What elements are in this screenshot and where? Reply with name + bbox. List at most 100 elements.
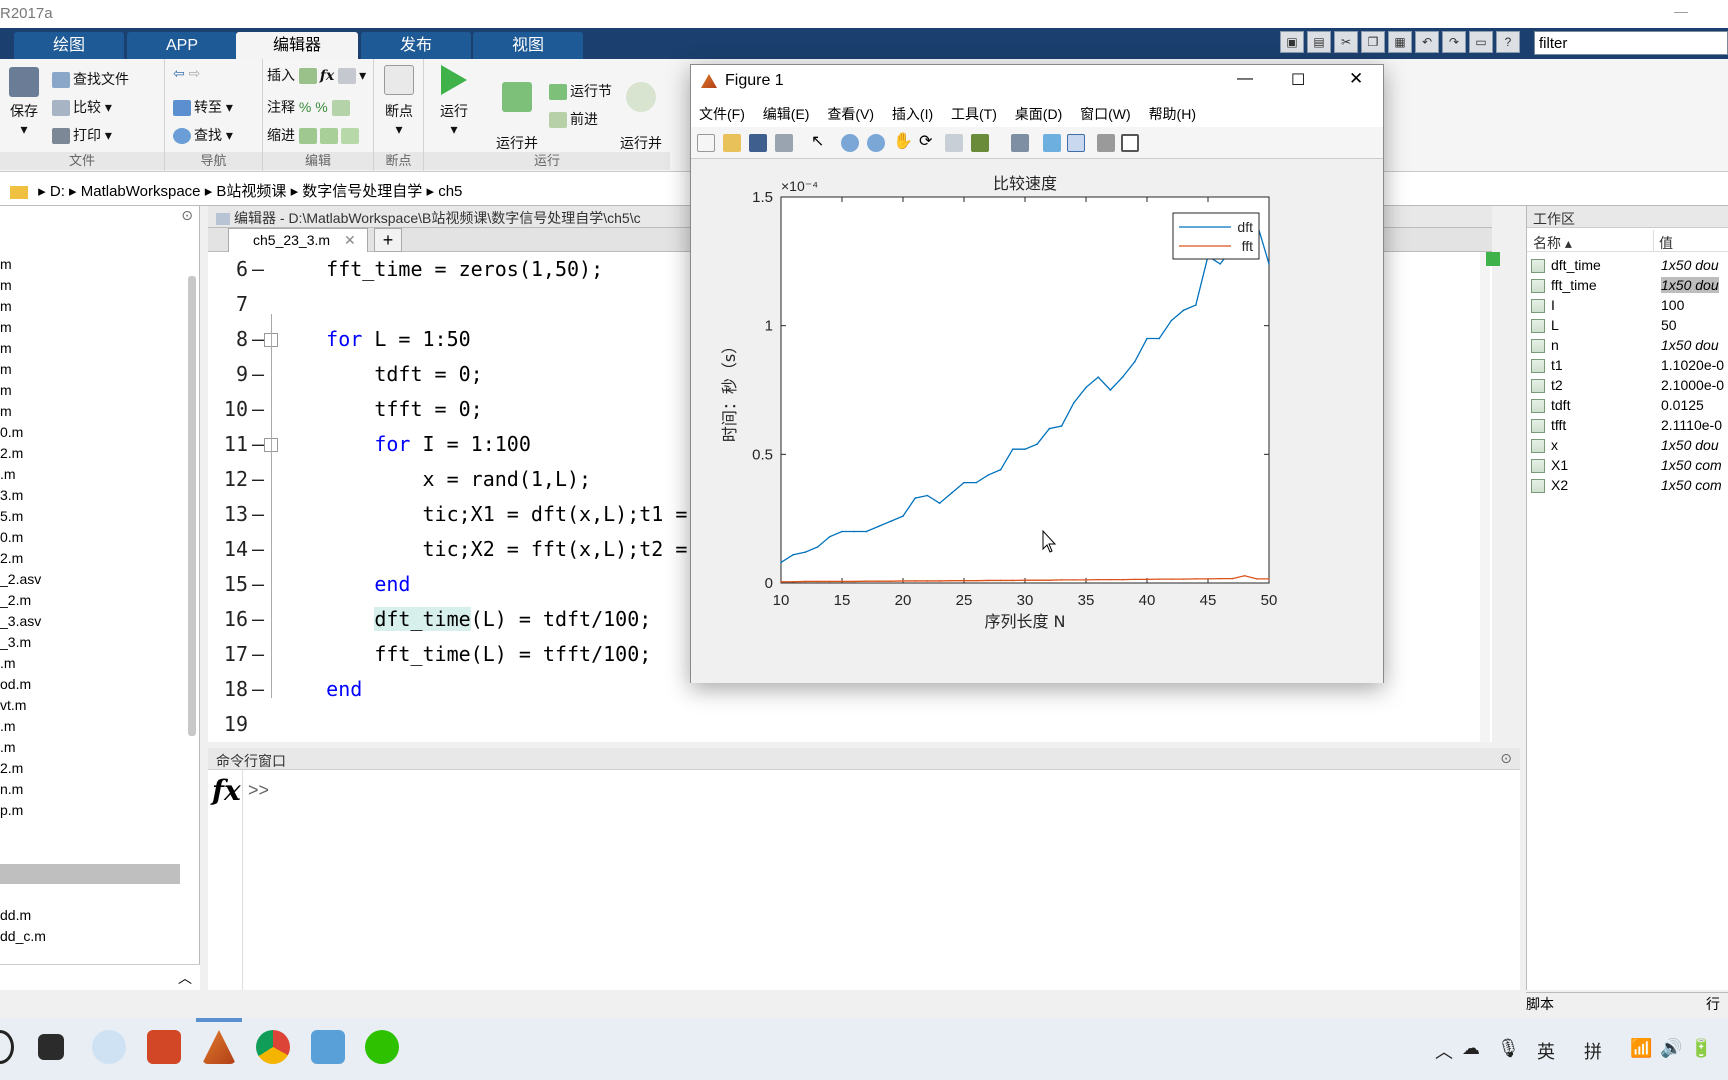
- menu-window[interactable]: 窗口(W): [1080, 106, 1131, 122]
- line-number[interactable]: 15: [208, 567, 248, 602]
- file-list-item[interactable]: dd.m: [0, 907, 31, 923]
- file-list-item[interactable]: .m: [0, 466, 16, 482]
- file-list-item[interactable]: _2.m: [0, 592, 31, 608]
- line-number[interactable]: 17: [208, 637, 248, 672]
- workspace-variable-row[interactable]: L 50: [1527, 316, 1728, 336]
- file-list-item[interactable]: .m: [0, 739, 16, 755]
- line-number[interactable]: 12: [208, 462, 248, 497]
- figure-titlebar[interactable]: Figure 1 — ☐ ✕: [691, 65, 1383, 97]
- breakpoints-button[interactable]: 断点 ▾: [380, 65, 418, 138]
- file-list-item[interactable]: m: [0, 403, 12, 419]
- workspace-variable-row[interactable]: t1 1.1020e-0: [1527, 356, 1728, 376]
- indent-row[interactable]: 缩进: [267, 125, 362, 145]
- zoom-in-icon[interactable]: [841, 134, 859, 152]
- ime-pinyin[interactable]: 拼: [1584, 1038, 1602, 1064]
- insert-row[interactable]: 插入 fx ▾: [267, 65, 366, 85]
- column-header-name[interactable]: 名称 ▴: [1533, 233, 1572, 253]
- wechat-icon[interactable]: [365, 1030, 399, 1064]
- breakpoint-marker[interactable]: —: [252, 637, 264, 672]
- hide-tools-icon[interactable]: [1097, 134, 1115, 152]
- workspace-variable-row[interactable]: x 1x50 dou: [1527, 436, 1728, 456]
- line-number[interactable]: 19: [208, 707, 248, 742]
- data-cursor-icon[interactable]: [945, 134, 963, 152]
- breakpoint-marker[interactable]: —: [252, 567, 264, 602]
- path-segment[interactable]: 数字信号处理自学: [302, 183, 422, 200]
- tab-apps[interactable]: APP: [127, 32, 237, 59]
- path-segment[interactable]: ch5: [438, 183, 462, 200]
- path-segment[interactable]: D:: [50, 183, 65, 200]
- line-number[interactable]: 14: [208, 532, 248, 567]
- menu-help[interactable]: 帮助(H): [1149, 106, 1196, 122]
- comment-row[interactable]: 注释 % %: [267, 97, 353, 117]
- search-input[interactable]: [1534, 31, 1728, 55]
- close-icon[interactable]: ✕: [1349, 69, 1363, 89]
- panel-menu-icon[interactable]: ⊙: [1500, 750, 1512, 767]
- tab-plots[interactable]: 绘图: [14, 32, 124, 59]
- file-list-item[interactable]: dd_c.m: [0, 928, 46, 944]
- battery-icon[interactable]: 🔋: [1690, 1038, 1712, 1059]
- menu-tools[interactable]: 工具(T): [951, 106, 997, 122]
- panel-menu-icon[interactable]: ⊙: [181, 207, 193, 224]
- colorbar-icon[interactable]: [1043, 134, 1061, 152]
- breakpoint-marker[interactable]: —: [252, 532, 264, 567]
- file-list-item[interactable]: _2.asv: [0, 571, 41, 587]
- path-segment[interactable]: MatlabWorkspace: [81, 183, 201, 200]
- command-window[interactable]: fx >>: [208, 770, 1520, 990]
- app-icon[interactable]: [311, 1030, 345, 1064]
- task-view-icon[interactable]: [38, 1034, 64, 1060]
- find-files-button[interactable]: 查找文件: [52, 69, 129, 89]
- menu-edit[interactable]: 编辑(E): [763, 106, 810, 122]
- menu-view[interactable]: 查看(V): [827, 106, 874, 122]
- file-list-item[interactable]: _3.m: [0, 634, 31, 650]
- powerpoint-icon[interactable]: [147, 1030, 181, 1064]
- breakpoint-marker[interactable]: —: [252, 252, 264, 287]
- line-number[interactable]: 13: [208, 497, 248, 532]
- line-number[interactable]: 9: [208, 357, 248, 392]
- redo-icon[interactable]: ↷: [1442, 31, 1466, 53]
- workspace-variable-row[interactable]: X1 1x50 com: [1527, 456, 1728, 476]
- fx-icon[interactable]: fx: [212, 774, 241, 807]
- save-button[interactable]: 保存 ▾: [6, 67, 42, 138]
- rotate-icon[interactable]: ⟳: [919, 131, 937, 150]
- code-line[interactable]: 19: [208, 707, 1488, 742]
- file-list-item[interactable]: 3.m: [0, 487, 23, 503]
- breakpoint-marker[interactable]: —: [252, 427, 264, 462]
- file-list-item[interactable]: m: [0, 340, 12, 356]
- file-list-item[interactable]: _3.asv: [0, 613, 41, 629]
- new-figure-icon[interactable]: [697, 134, 715, 152]
- new-icon[interactable]: ▣: [1280, 31, 1304, 53]
- run-button[interactable]: 运行 ▾: [434, 65, 474, 138]
- details-toggle[interactable]: ︿: [0, 964, 200, 990]
- workspace-variable-row[interactable]: X2 1x50 com: [1527, 476, 1728, 496]
- minimize-icon[interactable]: —: [1674, 3, 1688, 19]
- tab-view[interactable]: 视图: [473, 32, 583, 59]
- search-taskbar-icon[interactable]: [0, 1030, 14, 1064]
- help-icon[interactable]: ?: [1496, 31, 1520, 53]
- file-list-item[interactable]: n.m: [0, 781, 23, 797]
- line-number[interactable]: 6: [208, 252, 248, 287]
- matlab-icon[interactable]: [202, 1030, 236, 1064]
- line-number[interactable]: 18: [208, 672, 248, 707]
- file-list-item[interactable]: m: [0, 277, 12, 293]
- undo-icon[interactable]: ↶: [1415, 31, 1439, 53]
- switch-windows-icon[interactable]: ▭: [1469, 31, 1493, 53]
- breakpoint-marker[interactable]: —: [252, 462, 264, 497]
- workspace-variable-row[interactable]: n 1x50 dou: [1527, 336, 1728, 356]
- goto-button[interactable]: 转至 ▾: [173, 97, 233, 117]
- file-list-item[interactable]: p.m: [0, 802, 23, 818]
- link-plot-icon[interactable]: [1011, 134, 1029, 152]
- file-list-item[interactable]: m: [0, 382, 12, 398]
- find-button[interactable]: 查找 ▾: [173, 125, 233, 145]
- close-icon[interactable]: ✕: [344, 232, 356, 248]
- save-icon[interactable]: ▤: [1307, 31, 1331, 53]
- dock-icon[interactable]: [1121, 134, 1139, 152]
- file-list-item[interactable]: m: [0, 361, 12, 377]
- chevron-up-icon[interactable]: ︿: [1435, 1038, 1453, 1064]
- breakpoint-marker[interactable]: —: [252, 357, 264, 392]
- workspace-variable-row[interactable]: dft_time 1x50 dou: [1527, 256, 1728, 276]
- tab-publish[interactable]: 发布: [361, 32, 471, 59]
- cut-icon[interactable]: ✂: [1334, 31, 1358, 53]
- cloud-app-icon[interactable]: [92, 1030, 126, 1064]
- line-number[interactable]: 16: [208, 602, 248, 637]
- breakpoint-marker[interactable]: —: [252, 322, 264, 357]
